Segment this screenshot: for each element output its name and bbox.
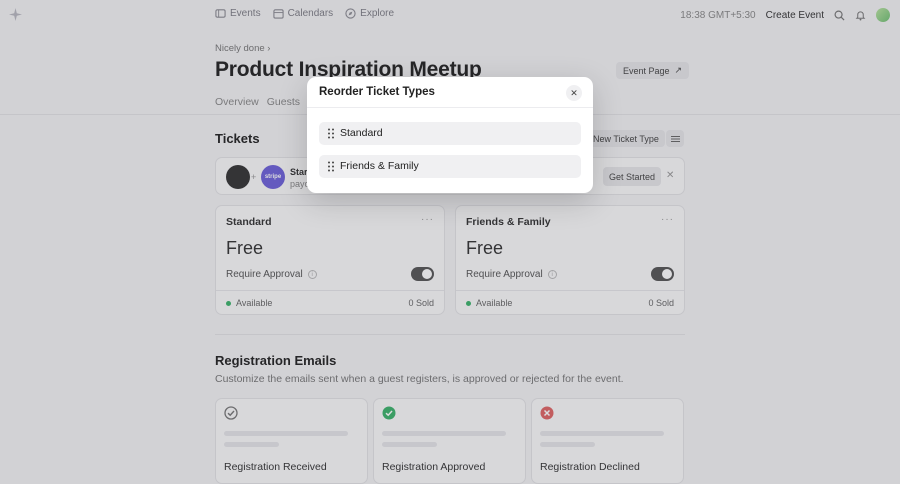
modal-backdrop[interactable] (0, 0, 900, 484)
reorder-modal: Reorder Ticket Types ✕ Standard Friends … (307, 77, 593, 193)
modal-title: Reorder Ticket Types (319, 86, 435, 98)
close-icon[interactable]: ✕ (566, 85, 582, 101)
reorder-item[interactable]: Standard (319, 122, 581, 145)
reorder-item[interactable]: Friends & Family (319, 155, 581, 178)
drag-handle-icon[interactable] (327, 128, 335, 139)
drag-handle-icon[interactable] (327, 161, 335, 172)
reorder-item-label: Friends & Family (340, 160, 419, 172)
modal-divider (307, 107, 593, 108)
reorder-item-label: Standard (340, 127, 383, 139)
